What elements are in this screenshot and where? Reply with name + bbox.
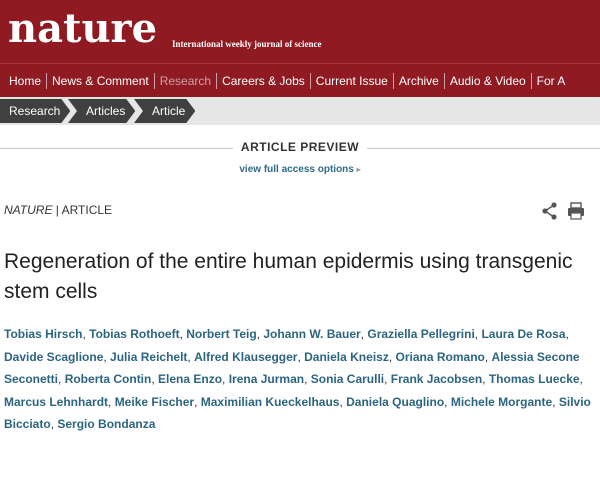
nav-item-archive[interactable]: Archive (392, 72, 444, 89)
author-separator: , (58, 372, 65, 386)
author-link[interactable]: Maximilian Kueckelhaus (201, 395, 340, 409)
share-icon[interactable] (542, 202, 557, 220)
author-link[interactable]: Alfred Klausegger (194, 350, 297, 364)
article-preview-heading: ARTICLE PREVIEW (232, 140, 368, 154)
masthead-tagline: International weekly journal of science (172, 39, 322, 49)
breadcrumb-articles[interactable]: Articles (68, 99, 135, 123)
nav-item-current-issue[interactable]: Current Issue (309, 72, 393, 89)
print-icon[interactable] (568, 202, 584, 220)
article-type: ARTICLE (61, 203, 113, 217)
journal-name: NATURE (4, 203, 53, 217)
author-list: Tobias Hirsch, Tobias Rothoeft, Norbert … (4, 323, 594, 436)
author-link[interactable]: Daniela Kneisz (304, 350, 389, 364)
nav-item-news-comment[interactable]: News & Comment (46, 72, 154, 89)
author-separator: , (444, 394, 451, 409)
breadcrumb-research[interactable]: Research (0, 99, 70, 123)
author-separator: , (552, 394, 559, 409)
author-link[interactable]: Daniela Quaglino (346, 395, 444, 409)
nav-item-audio-video[interactable]: Audio & Video (443, 72, 531, 89)
author-link[interactable]: Norbert Teig (186, 327, 256, 341)
access-options-label[interactable]: view full access options (239, 164, 353, 175)
author-link[interactable]: Oriana Romano (396, 350, 485, 364)
journal-type-label: NATURE | ARTICLE (4, 203, 112, 217)
author-link[interactable]: Laura De Rosa (481, 327, 565, 341)
author-link[interactable]: Michele Morgante (451, 395, 552, 409)
author-link[interactable]: Graziella Pellegrini (367, 327, 474, 341)
author-link[interactable]: Roberta Contin (65, 372, 152, 386)
author-separator: , (108, 394, 115, 409)
author-link[interactable]: Davide Scaglione (4, 350, 103, 364)
author-link[interactable]: Thomas Luecke (489, 372, 580, 386)
author-link[interactable]: Frank Jacobsen (391, 372, 482, 386)
arrow-right-icon: ▸ (356, 165, 361, 174)
author-link[interactable]: Elena Enzo (158, 372, 222, 386)
author-separator: , (579, 372, 583, 386)
nav-item-careers-jobs[interactable]: Careers & Jobs (216, 72, 310, 89)
label-separator: | (52, 203, 62, 217)
author-link[interactable]: Johann W. Bauer (263, 327, 360, 341)
author-separator: , (388, 349, 396, 364)
nav-item-home[interactable]: Home (0, 73, 46, 89)
nature-logo[interactable]: nature (8, 0, 157, 58)
nav-item-for-authors[interactable]: For A (530, 72, 571, 89)
article-tools (540, 200, 590, 222)
author-link[interactable]: Julia Reichelt (110, 350, 187, 364)
author-separator: , (565, 327, 569, 341)
author-separator: , (222, 372, 229, 386)
author-link[interactable]: Meike Fischer (115, 395, 194, 409)
breadcrumb-article[interactable]: Article (134, 99, 195, 123)
author-separator: , (484, 349, 492, 364)
access-options-link[interactable]: view full access options ▸ (0, 164, 600, 175)
masthead: nature International weekly journal of s… (0, 0, 600, 63)
author-separator: , (384, 372, 391, 386)
author-link[interactable]: Irena Jurman (229, 372, 304, 386)
article-title: Regeneration of the entire human epiderm… (4, 250, 573, 303)
author-link[interactable]: Tobias Hirsch (4, 327, 82, 341)
author-separator: , (194, 394, 201, 409)
author-link[interactable]: Sonia Carulli (311, 372, 384, 386)
author-link[interactable]: Marcus Lehnhardt (4, 395, 108, 409)
author-separator: , (304, 372, 311, 386)
breadcrumb: Research Articles Article (0, 97, 600, 125)
article-preview-header: ARTICLE PREVIEW (0, 140, 600, 156)
main-nav: Home News & Comment Research Careers & J… (0, 63, 600, 97)
author-link[interactable]: Sergio Bondanza (57, 417, 155, 431)
author-separator: , (482, 372, 489, 386)
nav-item-research[interactable]: Research (153, 72, 216, 89)
author-link[interactable]: Tobias Rothoeft (89, 327, 179, 341)
